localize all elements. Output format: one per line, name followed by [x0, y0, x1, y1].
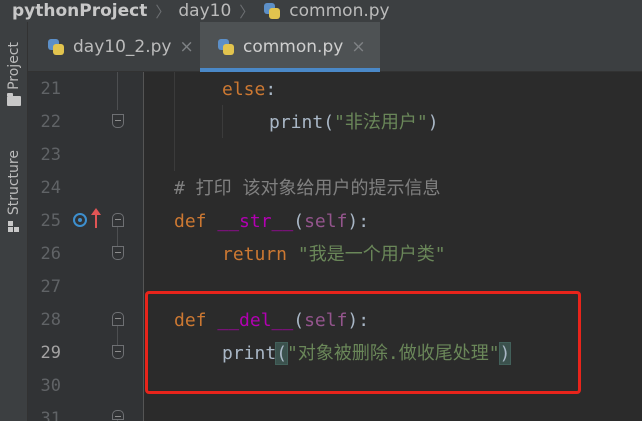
line-number: 31	[40, 409, 61, 421]
editor-tab-bar: day10_2.py × common.py ×	[28, 22, 642, 72]
tool-window-strip: Project Structure	[0, 22, 28, 421]
code-text[interactable]: else:	[222, 73, 276, 106]
code-token: )	[427, 112, 439, 133]
code-line: 31	[28, 403, 642, 421]
line-number: 24	[40, 178, 61, 198]
line-number: 26	[40, 244, 61, 264]
code-line: 21 else:	[28, 73, 642, 106]
chevron-right-icon: 〉	[155, 2, 171, 21]
breadcrumb-file[interactable]: common.py	[262, 1, 390, 21]
code-token: (	[323, 112, 335, 133]
line-number: 28	[40, 310, 61, 330]
project-tool-button[interactable]: Project	[0, 42, 28, 106]
tab-common[interactable]: common.py ×	[200, 22, 380, 72]
code-token: (	[293, 211, 305, 232]
close-icon[interactable]: ×	[351, 37, 365, 57]
folder-icon	[7, 92, 21, 106]
breadcrumb: pythonProject 〉 day10 〉 common.py	[0, 0, 642, 22]
code-text[interactable]: return "我是一个用户类"	[222, 238, 446, 271]
code-text[interactable]: def __str__(self):	[174, 205, 369, 238]
project-tool-label: Project	[6, 42, 22, 90]
tab-label: day10_2.py	[73, 37, 172, 57]
highlight-annotation	[145, 291, 581, 394]
code-token: "非法用户"	[334, 112, 428, 133]
code-text[interactable]: # 打印 该对象给用户的提示信息	[174, 172, 441, 205]
code-token: return	[222, 244, 298, 265]
tab-day10-2[interactable]: day10_2.py ×	[32, 22, 198, 72]
python-file-icon	[46, 37, 66, 57]
code-token: # 打印 该对象给用户的提示信息	[174, 178, 441, 199]
python-file-icon	[262, 1, 282, 21]
code-line: 25 def __str__(self):	[28, 205, 642, 238]
close-icon[interactable]: ×	[179, 37, 193, 57]
line-number: 23	[40, 145, 61, 165]
code-text[interactable]: print("非法用户")	[269, 106, 439, 139]
line-number: 21	[40, 79, 61, 99]
code-token: :	[265, 79, 277, 100]
code-token: ):	[347, 211, 370, 232]
code-token: "我是一个用户类"	[297, 244, 446, 265]
code-token: else	[222, 79, 266, 100]
code-line: 23	[28, 139, 642, 172]
chevron-right-icon: 〉	[239, 2, 255, 21]
code-editor[interactable]: 21 else: 22 print("非法用户") 23 24 # 打印 该对象给用户的提示…	[28, 72, 642, 421]
python-file-icon	[216, 37, 236, 57]
line-number: 29	[40, 343, 61, 363]
line-number: 22	[40, 112, 61, 132]
code-token: self	[304, 211, 348, 232]
line-number: 30	[40, 376, 61, 396]
tab-label: common.py	[243, 37, 344, 57]
code-line: 24 # 打印 该对象给用户的提示信息	[28, 172, 642, 205]
structure-tool-label: Structure	[6, 150, 22, 216]
structure-tool-button[interactable]: Structure	[0, 150, 28, 233]
code-line: 22 print("非法用户")	[28, 106, 642, 139]
structure-icon	[8, 221, 20, 233]
code-token: __str__	[217, 211, 294, 232]
line-number: 25	[40, 211, 61, 231]
breadcrumb-project[interactable]: pythonProject	[12, 1, 147, 21]
breadcrumb-file-label: common.py	[289, 1, 390, 21]
line-number: 27	[40, 277, 61, 297]
code-token: print	[269, 112, 324, 133]
code-token: def	[174, 211, 218, 232]
breadcrumb-folder[interactable]: day10	[178, 1, 231, 21]
code-line: 26 return "我是一个用户类"	[28, 238, 642, 271]
